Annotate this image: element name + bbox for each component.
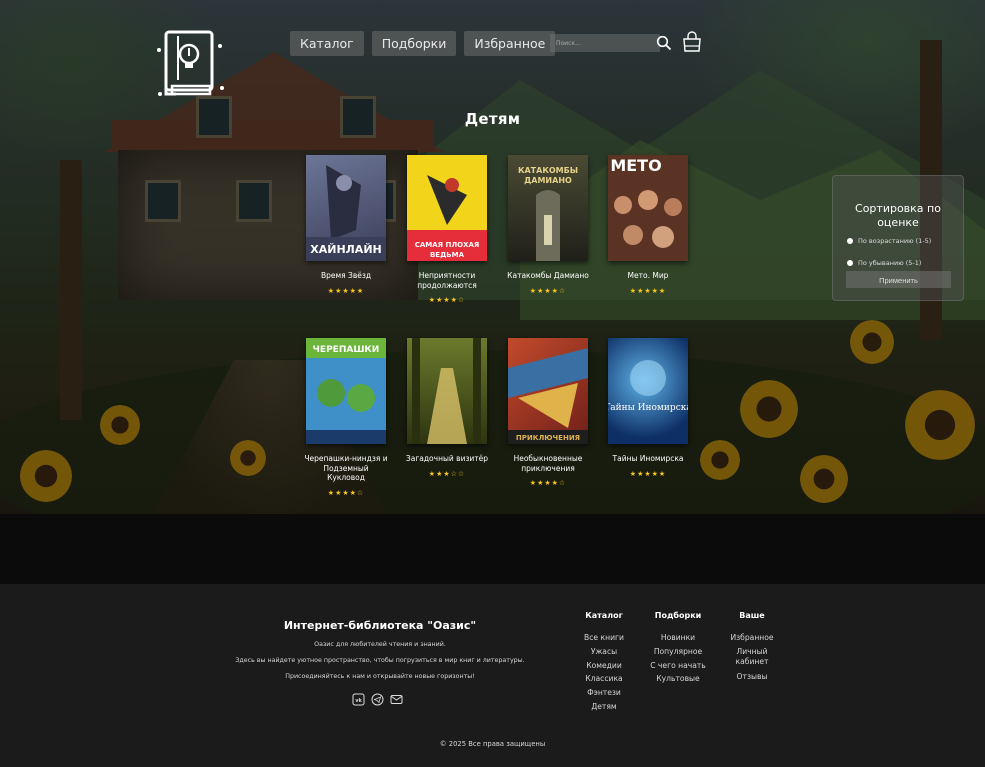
book-title[interactable]: Время Звёзд [304,271,388,281]
book-title[interactable]: Катакомбы Дамиано [506,271,590,281]
book-title[interactable]: Необыкновенные приключения [506,454,590,473]
book-title[interactable]: Тайны Иномирска [606,454,690,464]
radio-button[interactable] [847,260,853,266]
footer-link[interactable]: Популярное [642,645,714,659]
footer-link[interactable]: Фэнтези [578,686,630,700]
footer-link[interactable]: Все книги [578,631,630,645]
rating-stars: ★★★★☆ [529,479,567,487]
vk-icon[interactable]: vk [352,691,365,706]
sort-title: Сортировка по оценке [855,202,941,229]
svg-text:ВЕДЬМА: ВЕДЬМА [430,251,465,259]
sort-descending-option[interactable]: По убыванию (5-1) [847,259,921,267]
book-cover[interactable]: МЕТО [608,155,688,261]
footer-link[interactable]: Отзывы [724,670,780,684]
cart-icon[interactable] [680,30,704,54]
book-card[interactable]: ЧЕРЕПАШКИ Черепашки-ниндзя и Подземный К… [304,338,388,497]
svg-text:vk: vk [355,698,362,704]
svg-text:КАТАКОМБЫ: КАТАКОМБЫ [518,166,578,175]
book-title[interactable]: Загадочный визитёр [405,454,489,464]
footer-brand-title: Интернет-библиотека "Оазис" [283,619,477,632]
library-logo-icon[interactable] [156,28,226,102]
footer-link[interactable]: Классика [578,672,630,686]
svg-text:Тайны Иномирска: Тайны Иномирска [608,403,688,413]
footer-link[interactable]: Детям [578,700,630,714]
page-title: Детям [464,110,521,128]
footer-column-title: Ваше [739,611,765,620]
social-links: vk [352,691,403,706]
nav-favorites[interactable]: Избранное [464,31,556,56]
book-card[interactable]: Загадочный визитёр ★★★☆☆ [405,338,489,478]
nav-collections[interactable]: Подборки [371,31,457,56]
book-cover[interactable]: ПРИКЛЮЧЕНИЯ [508,338,588,444]
search-input[interactable] [550,34,660,52]
footer-link[interactable]: Личный кабинет [724,645,780,670]
book-cover[interactable]: САМАЯ ПЛОХАЯ ВЕДЬМА [407,155,487,261]
book-cover[interactable] [407,338,487,444]
copyright: © 2025 Все права защищены [439,740,546,748]
rating-stars: ★★★★★ [327,286,365,295]
footer-column-title: Каталог [585,611,623,620]
footer-link[interactable]: Избранное [724,631,780,645]
book-title[interactable]: Мето. Мир [606,271,690,281]
main-nav: Каталог Подборки Избранное [290,31,563,56]
footer-description: Здесь вы найдете уютное пространство, чт… [235,657,525,664]
apply-button[interactable]: Применить [846,271,951,288]
rating-stars: ★★★★☆ [529,286,567,295]
footer-description: Присоединяйтесь к нам и открывайте новые… [285,673,475,680]
footer-link[interactable]: Ужасы [578,645,630,659]
sort-panel: Сортировка по оценке По возрастанию (1-5… [832,175,964,301]
book-cover[interactable]: КАТАКОМБЫ ДАМИАНО [508,155,588,261]
footer-column-catalog: Каталог Все книги Ужасы Комедии Классика… [578,611,630,714]
svg-text:ХАЙНЛАЙН: ХАЙНЛАЙН [310,243,381,256]
svg-text:ДАМИАНО: ДАМИАНО [524,176,572,185]
book-card[interactable]: МЕТО Мето. Мир ★★★★★ [606,155,690,295]
rating-stars: ★★★★☆ [327,488,365,497]
radio-button[interactable] [847,238,853,244]
sort-option-label: По возрастанию (1-5) [858,237,932,245]
footer-link[interactable]: С чего начать [642,659,714,673]
rating-stars: ★★★★☆ [428,296,466,304]
footer-column-title: Подборки [654,611,702,620]
book-card[interactable]: ХАЙНЛАЙН Время Звёзд ★★★★★ [304,155,388,295]
book-card[interactable]: КАТАКОМБЫ ДАМИАНО Катакомбы Дамиано ★★★★☆ [506,155,590,295]
mail-icon[interactable] [390,691,403,704]
sort-option-label: По убыванию (5-1) [858,259,922,267]
footer-link[interactable]: Культовые [642,672,714,686]
book-cover[interactable]: Тайны Иномирска [608,338,688,444]
footer-description: Оазис для любителей чтения и знаний. [314,641,446,648]
book-cover[interactable]: ЧЕРЕПАШКИ [306,338,386,444]
footer-brand: Интернет-библиотека "Оазис" Оазис для лю… [200,619,560,680]
footer-column-yours: Ваше Избранное Личный кабинет Отзывы [724,611,780,684]
footer-column-collections: Подборки Новинки Популярное С чего начат… [642,611,714,686]
rating-stars: ★★★★★ [629,469,667,478]
search-icon[interactable] [656,35,672,51]
footer: Интернет-библиотека "Оазис" Оазис для лю… [0,584,985,767]
svg-text:САМАЯ ПЛОХАЯ: САМАЯ ПЛОХАЯ [415,241,480,249]
telegram-icon[interactable] [371,691,384,706]
svg-text:ЧЕРЕПАШКИ: ЧЕРЕПАШКИ [313,345,380,355]
book-card[interactable]: ПРИКЛЮЧЕНИЯ Необыкновенные приключения ★… [506,338,590,487]
footer-link[interactable]: Комедии [578,659,630,673]
book-title[interactable]: Черепашки-ниндзя и Подземный Кукловод [304,454,388,483]
book-cover[interactable]: ХАЙНЛАЙН [306,155,386,261]
book-title[interactable]: Неприятности продолжаются [405,271,489,290]
svg-text:ПРИКЛЮЧЕНИЯ: ПРИКЛЮЧЕНИЯ [516,434,580,442]
sort-ascending-option[interactable]: По возрастанию (1-5) [847,237,931,245]
svg-text:МЕТО: МЕТО [610,156,661,175]
book-card[interactable]: САМАЯ ПЛОХАЯ ВЕДЬМА Неприятности продолжа… [405,155,489,304]
rating-stars: ★★★☆☆ [428,469,466,478]
footer-link[interactable]: Новинки [642,631,714,645]
nav-catalog[interactable]: Каталог [290,31,364,56]
book-card[interactable]: Тайны Иномирска Тайны Иномирска ★★★★★ [606,338,690,478]
rating-stars: ★★★★★ [629,286,667,295]
